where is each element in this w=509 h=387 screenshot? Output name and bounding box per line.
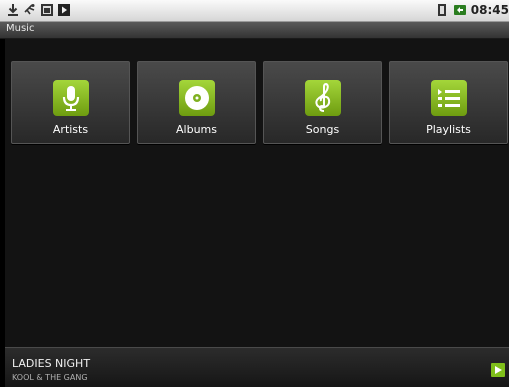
battery-icon [453, 3, 467, 17]
app-title: Music [6, 23, 35, 34]
sd-card-icon [40, 3, 54, 17]
notification-icons [6, 3, 71, 17]
title-bar: Music [0, 22, 509, 39]
play-icon[interactable] [491, 363, 505, 377]
tile-songs[interactable]: Songs [263, 61, 382, 144]
tile-playlists[interactable]: Playlists [389, 61, 508, 144]
tile-artists[interactable]: Artists [11, 61, 130, 144]
system-icons: 08:45 [435, 3, 509, 17]
tile-albums[interactable]: Albums [137, 61, 256, 144]
disc-icon [178, 80, 215, 116]
media-playing-icon [57, 3, 71, 17]
clock: 08:45 [470, 3, 509, 17]
tile-label: Songs [305, 123, 340, 136]
microphone-icon [52, 80, 89, 116]
now-playing-artist: KOOL & THE GANG [12, 373, 88, 382]
playlist-icon [430, 80, 467, 116]
download-icon [6, 3, 20, 17]
usb-icon [23, 3, 37, 17]
tile-label: Artists [52, 123, 89, 136]
library-panel: Artists Albums Songs Playlists [5, 39, 509, 347]
treble-clef-icon [304, 80, 341, 116]
status-bar: 08:45 [0, 0, 509, 22]
now-playing-title: LADIES NIGHT [12, 357, 91, 370]
signal-icon [435, 3, 449, 17]
tile-label: Albums [176, 123, 217, 136]
tile-label: Playlists [426, 123, 471, 136]
now-playing-bar[interactable]: LADIES NIGHT KOOL & THE GANG [5, 347, 509, 387]
